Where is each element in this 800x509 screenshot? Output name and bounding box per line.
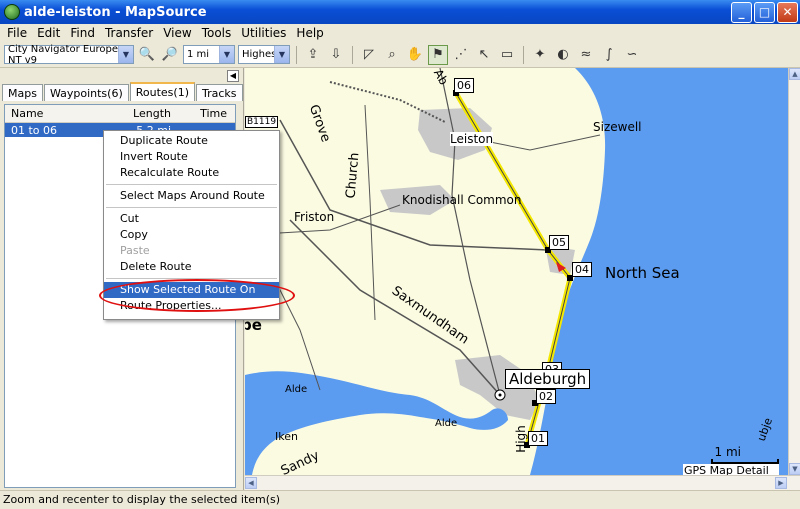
- road: [364, 104, 376, 321]
- tab-routes[interactable]: Routes(1): [129, 82, 195, 101]
- menu-help[interactable]: Help: [291, 26, 328, 40]
- detail-level-select[interactable]: Highest ▼: [238, 45, 290, 64]
- town-marker-aldeburgh-dot: [498, 393, 502, 397]
- road-label-b1119: B1119: [245, 116, 279, 128]
- menu-bar: File Edit Find Transfer View Tools Utili…: [0, 24, 800, 42]
- column-name[interactable]: Name: [5, 107, 115, 120]
- route-name: 01 to 06: [11, 123, 58, 137]
- tab-waypoints[interactable]: Waypoints(6): [43, 84, 129, 101]
- waypoint-flag-icon[interactable]: ⚑: [428, 44, 448, 65]
- column-time[interactable]: Time: [177, 107, 227, 120]
- hand-pan-icon[interactable]: ✋: [405, 45, 425, 65]
- waypoint-label-05[interactable]: 05: [549, 235, 569, 250]
- list-header: Name Length Time: [5, 105, 235, 123]
- chevron-down-icon[interactable]: ▼: [219, 46, 234, 63]
- menu-item-invert-route[interactable]: Invert Route: [104, 149, 279, 165]
- column-length[interactable]: Length: [115, 107, 177, 120]
- menu-item-recalculate-route[interactable]: Recalculate Route: [104, 165, 279, 181]
- status-bar: Zoom and recenter to display the selecte…: [0, 490, 800, 508]
- find-places-icon[interactable]: ✦: [530, 45, 550, 65]
- menu-file[interactable]: File: [2, 26, 32, 40]
- waypoint-label-01[interactable]: 01: [528, 431, 548, 446]
- highlight-annotation-circle: [99, 279, 295, 312]
- menu-item-delete-route[interactable]: Delete Route: [104, 259, 279, 275]
- scale-label: 1 mi: [714, 445, 741, 459]
- waypoint-label-02[interactable]: 02: [536, 389, 556, 404]
- menu-edit[interactable]: Edit: [32, 26, 65, 40]
- scroll-up-icon[interactable]: ▲: [789, 68, 800, 80]
- map-view[interactable]: 06 05 04 03 02 01 Sizewell Leiston Knodi…: [245, 68, 788, 475]
- menu-transfer[interactable]: Transfer: [100, 26, 158, 40]
- tab-maps[interactable]: Maps: [2, 84, 43, 101]
- place-label-north-sea: North Sea: [605, 264, 680, 282]
- send-to-device-icon[interactable]: ⇩: [326, 45, 346, 65]
- menu-item-cut[interactable]: Cut: [104, 211, 279, 227]
- menu-separator: [106, 184, 277, 185]
- menu-item-select-maps-around-route[interactable]: Select Maps Around Route: [104, 188, 279, 204]
- window-title: alde-leiston - MapSource: [24, 4, 207, 20]
- maximize-button[interactable]: □: [754, 2, 775, 23]
- toolbar-separator: [352, 45, 353, 64]
- place-label-alde: Alde: [435, 418, 458, 429]
- place-label-alde: Alde: [285, 384, 308, 395]
- place-label-knodishall: Knodishall Common: [402, 193, 522, 207]
- zoom-tool-icon[interactable]: ⌕: [382, 45, 402, 65]
- close-button[interactable]: ✕: [777, 2, 798, 23]
- menu-item-paste: Paste: [120, 244, 150, 257]
- scroll-left-icon[interactable]: ◀: [245, 477, 257, 489]
- route-tool-icon[interactable]: ⋰: [451, 45, 471, 65]
- toolbar-separator: [523, 45, 524, 64]
- menu-item-duplicate-route[interactable]: Duplicate Route: [104, 133, 279, 149]
- chevron-down-icon[interactable]: ▼: [274, 46, 289, 63]
- toolbar-separator: [296, 45, 297, 64]
- map-scale: 1 mi GPS Map Detail: [683, 445, 779, 477]
- map-product-value: City Navigator Europe NT v9: [8, 43, 119, 66]
- tab-tracks[interactable]: Tracks: [196, 84, 243, 101]
- zoom-in-icon[interactable]: 🔍: [137, 45, 157, 65]
- place-label-iken: Iken: [275, 430, 298, 443]
- menu-item-copy[interactable]: Copy: [104, 227, 279, 243]
- map-product-select[interactable]: City Navigator Europe NT v9 ▼: [4, 43, 134, 66]
- track-split-icon[interactable]: ∫: [599, 45, 619, 65]
- place-label-leiston: Leiston: [450, 132, 494, 146]
- menu-tools[interactable]: Tools: [197, 26, 237, 40]
- zoom-out-icon[interactable]: 🔎: [160, 45, 180, 65]
- chevron-down-icon[interactable]: ▼: [118, 46, 133, 63]
- pointer-icon[interactable]: ↖: [474, 45, 494, 65]
- place-label-sizewell: Sizewell: [593, 120, 642, 134]
- map-layers-icon[interactable]: ◐: [553, 45, 573, 65]
- selection-tool-icon[interactable]: ◸: [359, 45, 379, 65]
- scroll-right-icon[interactable]: ▶: [775, 477, 787, 489]
- minimize-button[interactable]: _: [731, 2, 752, 23]
- measure-ruler-icon[interactable]: ▭: [497, 45, 517, 65]
- receive-from-device-icon[interactable]: ⇪: [303, 45, 323, 65]
- collapse-panel-icon[interactable]: ◀: [227, 70, 239, 82]
- erase-track-icon[interactable]: ≈: [576, 45, 596, 65]
- track-join-icon[interactable]: ∽: [622, 45, 642, 65]
- mapsource-app-icon: [4, 4, 20, 20]
- zoom-scale-value: 1 mi: [187, 49, 210, 60]
- waypoint-label-04[interactable]: 04: [572, 262, 592, 277]
- scroll-down-icon[interactable]: ▼: [789, 463, 800, 475]
- vertical-scrollbar[interactable]: ▲ ▼: [788, 68, 800, 475]
- menu-view[interactable]: View: [158, 26, 196, 40]
- title-bar: alde-leiston - MapSource _ □ ✕: [0, 0, 800, 24]
- waypoint-label-06[interactable]: 06: [454, 78, 474, 93]
- place-label-friston: Friston: [294, 210, 335, 224]
- menu-separator: [106, 207, 277, 208]
- road-label-high: High: [513, 425, 528, 453]
- toolbar: City Navigator Europe NT v9 ▼ 🔍 🔎 1 mi ▼…: [0, 42, 800, 68]
- zoom-scale-select[interactable]: 1 mi ▼: [183, 45, 235, 64]
- place-label-aldeburgh: Aldeburgh: [505, 369, 591, 389]
- horizontal-scrollbar[interactable]: ◀ ▶: [245, 475, 800, 490]
- road: [479, 134, 601, 151]
- menu-utilities[interactable]: Utilities: [236, 26, 291, 40]
- menu-find[interactable]: Find: [65, 26, 100, 40]
- panel-tabs: Maps Waypoints(6) Routes(1) Tracks: [2, 82, 244, 101]
